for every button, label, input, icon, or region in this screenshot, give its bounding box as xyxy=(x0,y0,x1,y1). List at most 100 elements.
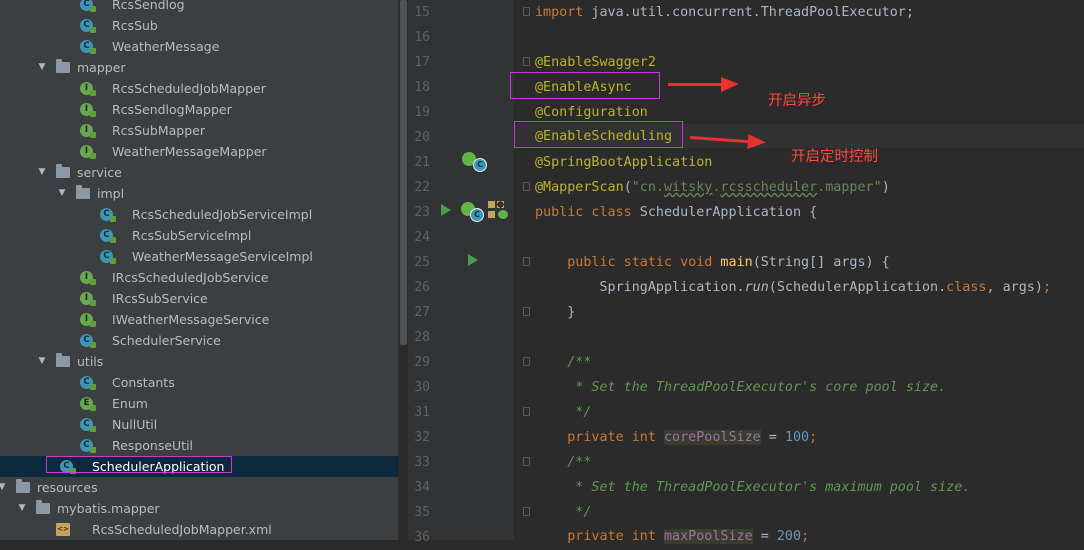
code-line-31: */ xyxy=(535,405,592,420)
tree-item[interactable]: C WeatherMessage xyxy=(0,36,398,57)
line-number: 36 xyxy=(414,530,430,545)
tree-item[interactable]: ▼ service xyxy=(0,162,398,183)
tree-item-label: service xyxy=(77,165,122,180)
code-line-22: @MapperScan("cn.witsky.rcsscheduler.mapp… xyxy=(535,180,890,195)
lock-icon xyxy=(90,279,96,285)
lock-icon xyxy=(90,27,96,33)
lock-icon xyxy=(90,48,96,54)
tree-item[interactable]: I RcsSubMapper xyxy=(0,120,398,141)
line-number: 21 xyxy=(414,155,430,170)
tree-item[interactable]: E Enum xyxy=(0,393,398,414)
line-number: 33 xyxy=(414,455,430,470)
tree-item[interactable]: C Constants xyxy=(0,372,398,393)
lock-icon xyxy=(90,426,96,432)
tree-item[interactable]: I RcsScheduledJobMapper xyxy=(0,78,398,99)
code-line-34: * Set the ThreadPoolExecutor's maximum p… xyxy=(535,480,971,495)
tree-item[interactable]: C RcsSub xyxy=(0,15,398,36)
line-number: 18 xyxy=(414,80,430,95)
class-badge-icon: C xyxy=(473,158,487,172)
tree-item-label: WeatherMessage xyxy=(112,39,220,54)
line-number: 34 xyxy=(414,480,430,495)
xml-file-icon: <> xyxy=(56,523,70,536)
tree-item-label: IRcsSubService xyxy=(112,291,208,306)
tree-item-label: RcsSubServiceImpl xyxy=(132,228,252,243)
tree-item[interactable]: <> RcsScheduledJobMapper.xml xyxy=(0,519,398,540)
tree-item-label: Enum xyxy=(112,396,148,411)
tree-item[interactable]: ▼ resources xyxy=(0,477,398,498)
tree-item-label: RcsScheduledJobServiceImpl xyxy=(132,207,313,222)
line-number: 25 xyxy=(414,255,430,270)
expand-arrow-icon[interactable]: ▼ xyxy=(57,183,67,204)
spring-beans-icon[interactable] xyxy=(488,201,510,219)
tree-item[interactable]: ▼ utils xyxy=(0,351,398,372)
folder-icon xyxy=(56,353,70,367)
folder-icon xyxy=(56,164,70,178)
lock-icon xyxy=(90,321,96,327)
lock-icon xyxy=(90,111,96,117)
code-line-15: import java.util.concurrent.ThreadPoolEx… xyxy=(535,5,914,20)
tree-item[interactable]: C WeatherMessageServiceImpl xyxy=(0,246,398,267)
lock-icon xyxy=(90,447,96,453)
tree-item-label: utils xyxy=(77,354,104,369)
tree-scrollbar[interactable] xyxy=(400,0,407,345)
folder-icon xyxy=(56,59,70,73)
scheduling-note: 开启定时控制 xyxy=(791,149,878,165)
expand-arrow-icon[interactable]: ▼ xyxy=(17,498,27,519)
line-number: 32 xyxy=(414,430,430,445)
tree-item[interactable]: C SchedulerService xyxy=(0,330,398,351)
code-line-36: private int maxPoolSize = 200; xyxy=(535,529,810,544)
tree-item[interactable]: ▼ mybatis.mapper xyxy=(0,498,398,519)
lock-icon xyxy=(90,6,96,12)
tree-item[interactable]: C ResponseUtil xyxy=(0,435,398,456)
tree-item[interactable]: I RcsSendlogMapper xyxy=(0,99,398,120)
tree-item[interactable]: ▼ impl xyxy=(0,183,398,204)
line-number: 26 xyxy=(414,280,430,295)
tree-item-label: mapper xyxy=(77,60,126,75)
line-number: 31 xyxy=(414,405,430,420)
code-line-21: @SpringBootApplication xyxy=(535,155,713,170)
tree-item[interactable]: C NullUtil xyxy=(0,414,398,435)
async-arrow xyxy=(668,77,739,92)
tree-item-label: RcsSubMapper xyxy=(112,123,206,138)
lock-icon xyxy=(90,132,96,138)
tree-item[interactable]: C RcsScheduledJobServiceImpl xyxy=(0,204,398,225)
line-number: 27 xyxy=(414,305,430,320)
expand-arrow-icon[interactable]: ▼ xyxy=(0,477,7,498)
tree-item-label: RcsSendlogMapper xyxy=(112,102,232,117)
lock-icon xyxy=(90,153,96,159)
lock-icon xyxy=(70,468,76,474)
tree-item-label: RcsSendlog xyxy=(112,0,185,12)
lock-icon xyxy=(90,405,96,411)
expand-arrow-icon[interactable]: ▼ xyxy=(37,351,47,372)
folder-icon xyxy=(76,185,90,199)
tree-item-label: SchedulerService xyxy=(112,333,221,348)
code-line-33: /** xyxy=(535,455,592,470)
line-number: 23 xyxy=(414,205,430,220)
tree-item-label: WeatherMessageServiceImpl xyxy=(132,249,313,264)
code-line-29: /** xyxy=(535,355,592,370)
expand-arrow-icon[interactable]: ▼ xyxy=(37,162,47,183)
tree-item[interactable]: C SchedulerApplication xyxy=(0,456,398,477)
line-number: 19 xyxy=(414,105,430,120)
tree-item[interactable]: I IRcsSubService xyxy=(0,288,398,309)
tree-item[interactable]: I IRcsScheduledJobService xyxy=(0,267,398,288)
tree-item[interactable]: C RcsSubServiceImpl xyxy=(0,225,398,246)
code-line-23: public class SchedulerApplication { xyxy=(535,205,818,220)
tree-item-label: RcsScheduledJobMapper.xml xyxy=(92,522,272,537)
project-tree-panel[interactable]: C RcsSendlog C RcsSub C WeatherMessage ▼ mapper… xyxy=(0,0,398,540)
line-number: 16 xyxy=(414,30,430,45)
run-main-icon[interactable] xyxy=(468,254,478,266)
lock-icon xyxy=(110,216,116,222)
run-class-icon[interactable] xyxy=(441,204,451,216)
lock-icon xyxy=(90,342,96,348)
expand-arrow-icon[interactable]: ▼ xyxy=(37,57,47,78)
tree-item-label: ResponseUtil xyxy=(112,438,194,453)
tree-item-label: RcsSub xyxy=(112,18,158,33)
tree-item[interactable]: I WeatherMessageMapper xyxy=(0,141,398,162)
tree-item-label: NullUtil xyxy=(112,417,158,432)
folder-icon xyxy=(36,500,50,514)
tree-item[interactable]: ▼ mapper xyxy=(0,57,398,78)
line-number: 24 xyxy=(414,230,430,245)
tree-item[interactable]: I IWeatherMessageService xyxy=(0,309,398,330)
tree-item[interactable]: C RcsSendlog xyxy=(0,0,398,15)
